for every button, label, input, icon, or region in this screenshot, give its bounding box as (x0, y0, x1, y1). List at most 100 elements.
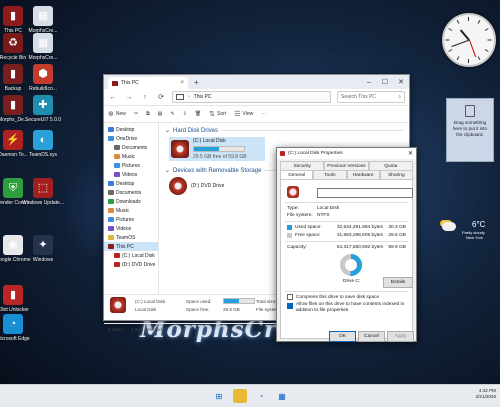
nav-item[interactable]: Music (104, 206, 158, 215)
address-bar[interactable]: › This PC (172, 91, 331, 103)
view-button[interactable]: ☰ View (234, 110, 253, 118)
nav-item[interactable]: Downloads (104, 197, 158, 206)
folder-icon (108, 226, 114, 231)
desktop-icon[interactable]: ▦ MorphsCre... (17, 33, 69, 61)
search-box[interactable]: Search This PC ⌕ (337, 91, 405, 103)
chevron-right-icon: › (188, 94, 190, 100)
divider (285, 202, 408, 203)
nav-item[interactable]: Videos (104, 170, 158, 179)
index-checkbox[interactable] (287, 303, 293, 309)
drive-properties-dialog[interactable]: (C:) Local Disk Properties ✕ Security Pr… (276, 147, 417, 342)
nav-item[interactable]: OneDrive (104, 134, 158, 143)
tab-this-pc[interactable]: This PC × (108, 77, 188, 89)
nav-item[interactable]: Documents (104, 188, 158, 197)
tab-sharing[interactable]: Sharing (379, 170, 413, 179)
desktop-icon[interactable]: ▮ IObit Unlocker (0, 285, 39, 313)
ok-button[interactable]: OK (329, 331, 356, 342)
desktop-icon[interactable]: ▦ MorphsCre... (17, 6, 69, 34)
drive-label-input[interactable] (317, 188, 413, 198)
desktop-icon[interactable]: ✚ SecureUI7 5.0.0 (17, 95, 69, 123)
details-button[interactable]: Details (383, 277, 413, 288)
tab-previous-versions[interactable]: Previous Versions (324, 161, 369, 170)
taskbar: ⊞ ◔ ▦ 4:42 PM 2/21/2026 (0, 384, 500, 407)
system-tray-clock[interactable]: 4:42 PM 2/21/2026 (476, 388, 496, 400)
nav-item[interactable]: (C:) Local Disk (104, 251, 158, 260)
refresh-button[interactable]: ⟳ (156, 93, 166, 101)
group-title: Hard Disk Drives (173, 127, 219, 134)
fs-label: File system: (287, 213, 313, 218)
status-selected: 1 item selected (130, 326, 162, 332)
new-tab-button[interactable]: + (194, 78, 199, 87)
minimize-button[interactable]: – (361, 75, 377, 89)
nav-item[interactable]: Videos (104, 224, 158, 233)
paste-icon[interactable]: ▤ (158, 111, 163, 117)
tab-hardware[interactable]: Hardware (346, 170, 380, 179)
folder-icon (114, 253, 120, 258)
sort-button[interactable]: ⇅ Sort (209, 110, 226, 118)
group-hard-disk-drives[interactable]: ⌄ Hard Disk Drives (165, 127, 403, 135)
close-button[interactable]: ✕ (393, 75, 409, 89)
details-usage-bar (223, 298, 255, 304)
edge-taskbar-icon[interactable]: ◔ (254, 389, 268, 403)
tab-quota[interactable]: Quota (368, 161, 413, 170)
index-option[interactable]: Allow files on this drive to have conten… (287, 302, 406, 314)
desktop-icon-label: SecureUI7 5.0.0 (24, 117, 62, 123)
clock-tick (484, 28, 489, 31)
file-explorer-taskbar-icon[interactable] (233, 389, 247, 403)
tab-general[interactable]: General (280, 170, 314, 179)
forward-button[interactable]: → (124, 94, 134, 101)
close-icon[interactable]: ✕ (408, 150, 413, 157)
share-icon[interactable]: ⇪ (183, 111, 187, 117)
clipboard-gadget[interactable]: Drag something here to put it into the c… (446, 98, 494, 162)
divider (285, 221, 408, 222)
more-options-icon[interactable]: ⋯ (261, 111, 266, 117)
rename-icon[interactable]: ✎ (170, 111, 174, 117)
up-button[interactable]: ↑ (140, 94, 150, 101)
weather-temp: 6°C (472, 220, 486, 229)
nav-item[interactable]: Pictures (104, 161, 158, 170)
apply-button[interactable]: Apply (387, 331, 414, 342)
tab-title: This PC (121, 80, 139, 86)
tab-security[interactable]: Security (280, 161, 325, 170)
search-placeholder: Search This PC (341, 94, 376, 100)
back-button[interactable]: ← (108, 94, 118, 101)
close-tab-icon[interactable]: × (180, 80, 184, 86)
dialog-title: (C:) Local Disk Properties (288, 151, 343, 156)
nav-item[interactable]: TeamOS (104, 233, 158, 242)
compress-option[interactable]: Compress this drive to save disk space (287, 294, 406, 300)
maximize-button[interactable]: ☐ (377, 75, 393, 89)
nav-item[interactable]: Documents (104, 143, 158, 152)
drive-c[interactable]: (C:) Local Disk 29.5 GB free of 59.8 GB (169, 137, 265, 161)
store-taskbar-icon[interactable]: ▦ (275, 389, 289, 403)
new-button[interactable]: ⊕ New (108, 110, 126, 118)
desktop-icon[interactable]: ◔ Microsoft Edge (0, 314, 39, 342)
cancel-button[interactable]: Cancel (358, 331, 385, 342)
nav-item[interactable]: Desktop (104, 125, 158, 134)
start-button[interactable]: ⊞ (212, 389, 226, 403)
local-disk-icon (280, 151, 285, 156)
delete-icon[interactable]: 🗑 (195, 111, 201, 117)
free-gb: 29.5 GB (388, 233, 406, 238)
drive-c-free: 29.5 GB free of 59.8 GB (193, 154, 247, 160)
nav-item[interactable]: Music (104, 152, 158, 161)
nav-item[interactable]: Pictures (104, 215, 158, 224)
copy-icon[interactable]: ⧉ (146, 111, 150, 117)
desktop-icon[interactable]: ⬢ RebuildIco... (17, 64, 69, 92)
details-space-free: 29.5 GB (223, 306, 240, 312)
clock-tick (448, 28, 453, 31)
nav-item-label: Pictures (122, 162, 141, 169)
desktop-icon[interactable]: ◐ TeamDS.sys (17, 130, 69, 158)
tab-tools[interactable]: Tools (313, 170, 347, 179)
clock-tick (484, 49, 489, 52)
desktop-icon[interactable]: ✦ Windows (17, 235, 69, 263)
clock-tick (468, 17, 469, 21)
nav-item-label: Desktop (116, 126, 135, 133)
nav-item[interactable]: Desktop (104, 179, 158, 188)
desktop-icon[interactable]: ⬚ Windows Update... (17, 178, 69, 206)
capacity-label: Capacity: (287, 245, 307, 250)
compress-checkbox[interactable] (287, 294, 293, 300)
nav-item[interactable]: This PC (104, 242, 158, 251)
nav-item[interactable]: (D:) DVD Drive (104, 260, 158, 269)
nav-item-label: TeamOS (116, 234, 136, 241)
cut-icon[interactable]: ✂ (134, 111, 138, 117)
